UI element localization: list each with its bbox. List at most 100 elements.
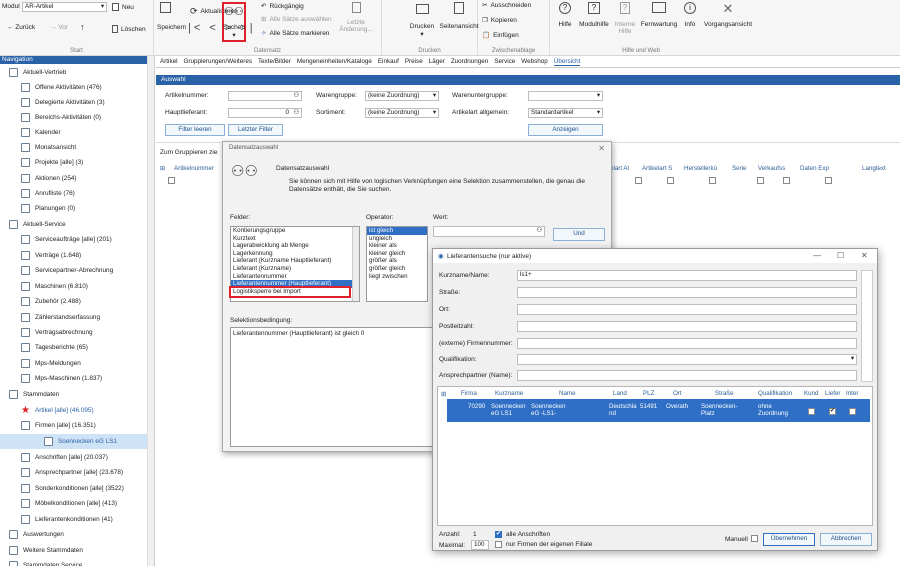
neu-button[interactable]: Neu <box>112 3 134 11</box>
sidebar-item[interactable]: Kalender <box>0 125 148 140</box>
sidebar-item[interactable]: Maschinen (6.810) <box>0 279 148 294</box>
result-column-header[interactable]: Land <box>613 390 627 397</box>
grid-filter-cell[interactable] <box>168 177 175 184</box>
vor-button[interactable]: → Vor <box>50 24 68 31</box>
result-column-header[interactable]: Kund <box>804 390 818 397</box>
menu-tab[interactable]: Zuordnungen <box>451 58 488 65</box>
loschen-button[interactable]: Löschen <box>112 25 146 33</box>
grid-filter-cell[interactable] <box>667 177 674 184</box>
result-column-header[interactable]: Qualifikation <box>758 390 792 397</box>
sidebar-item[interactable]: Stammdaten <box>0 387 148 402</box>
close-icon[interactable]: ✕ <box>861 251 868 260</box>
operator-option[interactable]: kleiner gleich <box>367 250 427 258</box>
menu-tab[interactable]: Läger <box>429 58 445 65</box>
warengruppe-select[interactable]: (keine Zuordnung) ▾ <box>365 91 439 101</box>
operator-option[interactable]: ungleich <box>367 235 427 243</box>
result-column-header[interactable]: Ort <box>673 390 682 397</box>
qualifikation-select[interactable]: ▾ <box>517 354 857 365</box>
menu-tab[interactable]: Texte/Bilder <box>258 58 291 65</box>
grid-column-header[interactable]: Daten Exp <box>800 165 829 172</box>
grid-filter-cell[interactable] <box>783 177 790 184</box>
sidebar-item[interactable]: Zählerstandserfassung <box>0 310 148 325</box>
save-icon[interactable] <box>160 2 171 13</box>
grid-column-header[interactable]: Serie <box>732 165 746 172</box>
binoculars-icon[interactable]: ⚇ <box>536 227 542 235</box>
sidebar-item[interactable]: Servicepartner-Abrechnung <box>0 263 148 278</box>
sidebar-item[interactable]: Monatsansicht <box>0 140 148 155</box>
kurzname-input[interactable]: ls1+ <box>517 270 857 281</box>
firmennummer-input[interactable] <box>517 338 857 349</box>
menu-tab[interactable]: Service <box>494 58 515 65</box>
form-scrollbar[interactable] <box>861 270 873 382</box>
postleitzahl-input[interactable] <box>517 321 857 332</box>
sidebar-item[interactable]: Aktuell-Vertrieb <box>0 65 148 80</box>
sidebar-item[interactable]: Weitere Stammdaten <box>0 543 148 558</box>
modul-select[interactable]: AR-Artikel ▾ <box>22 2 107 12</box>
sidebar-item[interactable]: Lieferantenkonditionen (41) <box>0 512 148 527</box>
result-column-header[interactable]: Liefer <box>825 390 840 397</box>
modulhilfe-button[interactable]: ? Modulhilfe <box>578 2 610 28</box>
operator-option[interactable]: größer als <box>367 257 427 265</box>
grid-column-header[interactable]: Artikelart S <box>642 165 672 172</box>
sidebar-item[interactable]: Möbelkonditionen [alle] (413) <box>0 496 148 511</box>
alle-saetze-auswaehlen-button[interactable]: ⊞ Alle Sätze auswählen <box>261 15 332 24</box>
felder-scrollbar[interactable] <box>352 227 359 301</box>
grid-col-artikelnummer[interactable]: Artikelnummer <box>174 165 214 172</box>
sidebar-item[interactable]: Firmen [alle] (16.351) <box>0 418 148 433</box>
menu-tab[interactable]: Mengeneinheiten/Kataloge <box>297 58 372 65</box>
sidebar-item[interactable]: Stammdaten Service <box>0 558 148 566</box>
field-option[interactable]: Lieferant (Kurzname) <box>231 265 359 273</box>
ubernehmen-button[interactable]: Übernehmen <box>763 533 815 546</box>
binoculars-icon[interactable]: ⚇ <box>293 109 299 117</box>
operator-list[interactable]: ist gleich ungleich kleiner als kleiner gle… <box>366 226 428 302</box>
grid-filter-cell[interactable] <box>825 177 832 184</box>
ansprechpartner-input[interactable] <box>517 370 857 381</box>
alle-anschriften-checkbox[interactable]: ✔ <box>495 531 502 538</box>
sidebar-item[interactable]: Ansprechpartner [alle] (23.678) <box>0 465 148 480</box>
operator-option[interactable]: größer gleich <box>367 265 427 273</box>
manuell-checkbox[interactable] <box>751 535 758 542</box>
ort-input[interactable] <box>517 304 857 315</box>
grid-column-header[interactable]: Langtext <box>862 165 886 172</box>
minimize-icon[interactable]: — <box>813 251 821 260</box>
operator-option[interactable]: kleiner als <box>367 242 427 250</box>
sidebar-item[interactable]: Aktuell-Service <box>0 217 148 232</box>
lieferant-checkbox[interactable]: ✔ <box>829 408 836 415</box>
sidebar-item[interactable]: Offene Aktivitäten (476) <box>0 80 148 95</box>
result-column-header[interactable]: PLZ <box>643 390 654 397</box>
close-icon[interactable]: ✕ <box>598 144 605 153</box>
artikelnummer-input[interactable]: ⚇ <box>228 91 302 101</box>
sidebar-item[interactable]: Soennecken eG LS1 <box>0 434 148 449</box>
grid-filter-cell[interactable] <box>635 177 642 184</box>
sidebar-item[interactable]: Mps-Meldungen <box>0 356 148 371</box>
kopieren-button[interactable]: ❐ Kopieren <box>482 16 517 25</box>
suchen-button[interactable]: ⚇⚇ Suchen ▾ <box>222 2 246 42</box>
sidebar-item[interactable]: Bereichs-Aktivitäten (0) <box>0 110 148 125</box>
sidebar-scrollbar[interactable] <box>147 56 154 566</box>
menu-tab[interactable]: Artikel <box>160 58 178 65</box>
field-option[interactable]: Lagerkennung <box>231 250 359 258</box>
sidebar-item[interactable]: Anschriften [alle] (20.037) <box>0 450 148 465</box>
strasse-input[interactable] <box>517 287 857 298</box>
menu-tab[interactable]: Webshop <box>521 58 548 65</box>
maximize-icon[interactable]: ☐ <box>837 251 844 260</box>
sidebar-item[interactable]: Planungen (0) <box>0 201 148 216</box>
seitenansicht-button[interactable]: Seitenansicht <box>439 2 479 30</box>
kunde-checkbox[interactable] <box>808 408 815 415</box>
binoculars-icon[interactable]: ⚇ <box>293 92 299 100</box>
vorgangsansicht-button[interactable]: ✕ Vorgangsansicht <box>702 2 754 28</box>
result-column-header[interactable]: Name <box>559 390 576 397</box>
sidebar-item[interactable]: Verträge (1.648) <box>0 248 148 263</box>
info-button[interactable]: i Info <box>681 2 699 28</box>
grid-filter-cell[interactable] <box>709 177 716 184</box>
up-arrow-icon[interactable]: ↑ <box>80 22 85 32</box>
field-option[interactable]: Lagerabwicklung ab Menge <box>231 242 359 250</box>
result-column-header[interactable]: Firma <box>461 390 477 397</box>
und-button[interactable]: Und <box>553 228 605 241</box>
alle-saetze-markieren-button[interactable]: ✧ Alle Sätze markieren <box>261 29 329 38</box>
drucken-button[interactable]: Drucken ▾ <box>408 2 436 38</box>
menu-tab[interactable]: Übersicht <box>553 58 581 66</box>
einfugen-button[interactable]: 📋 Einfügen <box>482 31 519 40</box>
intern-checkbox[interactable] <box>849 408 856 415</box>
ausschneiden-button[interactable]: ✂ Ausschneiden <box>482 1 531 10</box>
